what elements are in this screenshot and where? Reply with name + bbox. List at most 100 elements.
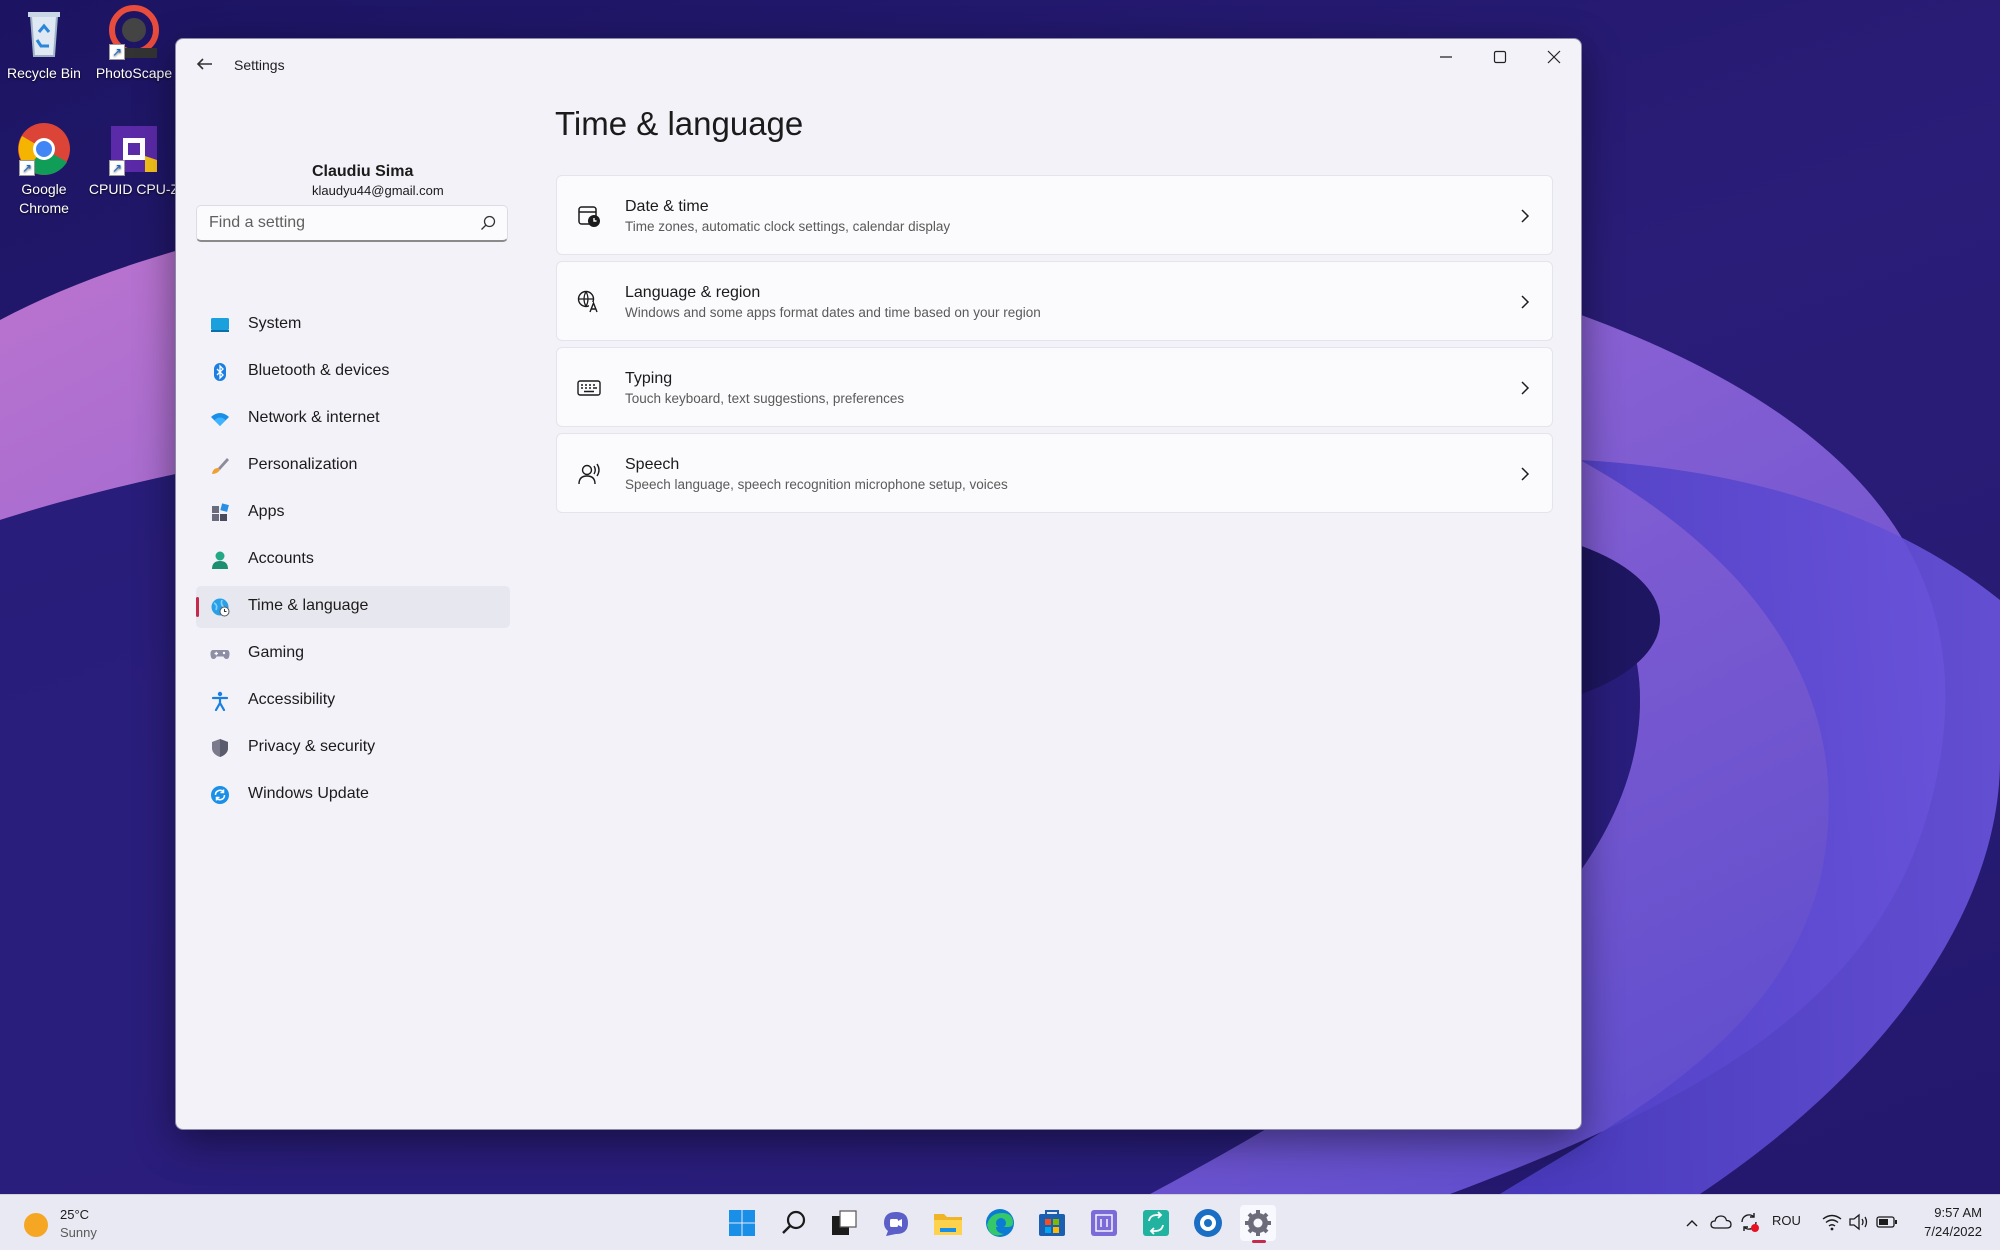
close-button[interactable] xyxy=(1527,39,1581,75)
task-view-button[interactable] xyxy=(826,1205,862,1241)
weather-condition: Sunny xyxy=(60,1225,97,1240)
card-description: Time zones, automatic clock settings, ca… xyxy=(625,219,951,234)
desktop-icon-cpu-z[interactable]: ↗ CPUID CPU-Z xyxy=(88,120,180,199)
system-tray: ROU 9:57 AM 7/24/2022 xyxy=(1680,1195,2000,1250)
sidebar-item-gaming[interactable]: Gaming xyxy=(196,633,510,675)
wifi-icon xyxy=(211,413,229,426)
apps-icon xyxy=(212,503,229,521)
maximize-button[interactable] xyxy=(1473,39,1527,75)
language-icon xyxy=(577,290,600,313)
title-bar[interactable]: Settings xyxy=(176,39,1581,87)
recycle-bin-icon xyxy=(15,4,73,62)
desktop-icon-label: PhotoScape xyxy=(95,65,173,81)
speech-icon xyxy=(578,463,600,485)
sidebar-item-label: Time & language xyxy=(248,597,369,614)
shortcut-arrow-icon: ↗ xyxy=(19,160,35,176)
desktop-icon-chrome[interactable]: ↗ Google Chrome xyxy=(0,120,90,218)
card-language-region[interactable]: Language & region Windows and some apps … xyxy=(556,261,1553,341)
chevron-right-icon xyxy=(1521,381,1530,395)
system-icon xyxy=(211,318,229,332)
chevron-right-icon xyxy=(1521,295,1530,309)
card-title: Language & region xyxy=(625,284,761,301)
media-app-icon xyxy=(1194,1209,1222,1237)
cpu-z-icon: ↗ xyxy=(105,120,163,178)
profile-email: klaudyu44@gmail.com xyxy=(312,183,444,198)
card-speech[interactable]: Speech Speech language, speech recogniti… xyxy=(556,433,1553,513)
start-icon xyxy=(729,1210,755,1236)
card-title: Typing xyxy=(625,370,673,387)
media-app-button[interactable] xyxy=(1190,1205,1226,1241)
sidebar-item-time-language[interactable]: Time & language xyxy=(196,586,510,628)
desktop-icon-recycle-bin[interactable]: Recycle Bin xyxy=(0,4,90,83)
desktop-icon-label: CPUID CPU-Z xyxy=(88,181,180,197)
minimize-button[interactable] xyxy=(1419,39,1473,75)
card-date-time[interactable]: Date & time Time zones, automatic clock … xyxy=(556,175,1553,255)
input-language-indicator[interactable]: ROU xyxy=(1772,1213,1801,1228)
card-description: Touch keyboard, text suggestions, prefer… xyxy=(625,391,905,406)
store-button[interactable] xyxy=(1034,1205,1070,1241)
sidebar-item-windows-update[interactable]: Windows Update xyxy=(196,774,510,816)
settings-taskbar-button[interactable] xyxy=(1240,1205,1276,1243)
globe-clock-icon xyxy=(211,598,230,617)
sidebar-item-accounts[interactable]: Accounts xyxy=(196,539,510,581)
sidebar-item-label: Accessibility xyxy=(248,691,336,708)
wifi-icon[interactable] xyxy=(1822,1213,1842,1231)
card-description: Speech language, speech recognition micr… xyxy=(625,477,1008,492)
sidebar-item-accessibility[interactable]: Accessibility xyxy=(196,680,510,722)
sidebar-item-personalization[interactable]: Personalization xyxy=(196,445,510,487)
volume-icon[interactable] xyxy=(1848,1213,1870,1231)
sidebar-item-label: Windows Update xyxy=(248,785,369,802)
weather-temperature: 25°C xyxy=(60,1207,90,1222)
chat-button[interactable] xyxy=(878,1205,914,1241)
chat-icon xyxy=(884,1212,908,1236)
keyboard-icon xyxy=(577,380,601,396)
edge-button[interactable] xyxy=(982,1205,1018,1241)
active-app-indicator xyxy=(1252,1240,1266,1243)
desktop-icon-photoscape[interactable]: ↗ PhotoScape xyxy=(88,4,180,83)
widgets-icon xyxy=(1091,1210,1117,1236)
card-description: Windows and some apps format dates and t… xyxy=(625,305,1041,320)
back-arrow-icon xyxy=(196,58,212,70)
page-title: Time & language xyxy=(555,105,804,142)
task-view-icon xyxy=(832,1210,857,1235)
card-title: Speech xyxy=(625,456,680,473)
onedrive-icon[interactable] xyxy=(1710,1213,1732,1231)
minimize-icon xyxy=(1440,56,1452,58)
start-button[interactable] xyxy=(724,1205,760,1241)
file-explorer-button[interactable] xyxy=(930,1205,966,1241)
sidebar-item-label: Privacy & security xyxy=(248,738,376,755)
search-icon xyxy=(782,1210,806,1234)
settings-cards: Date & time Time zones, automatic clock … xyxy=(556,175,1553,519)
sidebar-item-system[interactable]: System xyxy=(196,304,510,346)
store-icon xyxy=(1039,1210,1065,1236)
calendar-clock-icon xyxy=(578,206,600,227)
sync-app-button[interactable] xyxy=(1138,1205,1174,1241)
sidebar-item-label: Gaming xyxy=(248,644,305,661)
card-typing[interactable]: Typing Touch keyboard, text suggestions,… xyxy=(556,347,1553,427)
clock-date[interactable]: 7/24/2022 xyxy=(1924,1224,1982,1239)
chevron-up-icon[interactable] xyxy=(1684,1215,1700,1231)
widgets-button[interactable] xyxy=(1086,1205,1122,1241)
chevron-right-icon xyxy=(1521,209,1530,223)
sidebar-item-network[interactable]: Network & internet xyxy=(196,398,510,440)
search-input[interactable] xyxy=(197,206,467,240)
clock-time[interactable]: 9:57 AM xyxy=(1934,1205,1982,1220)
battery-icon[interactable] xyxy=(1876,1214,1898,1230)
taskbar-search-button[interactable] xyxy=(776,1205,812,1241)
settings-window: Settings Claudiu Sima klaudyu44@gmail.co… xyxy=(175,38,1582,1130)
sidebar-item-privacy-security[interactable]: Privacy & security xyxy=(196,727,510,769)
close-icon xyxy=(1547,50,1561,64)
back-button[interactable] xyxy=(192,51,218,77)
brush-icon xyxy=(212,458,229,474)
update-icon xyxy=(211,786,229,804)
sync-status-icon[interactable] xyxy=(1738,1211,1760,1233)
desktop-icon-label: Google Chrome xyxy=(19,181,69,216)
avatar[interactable] xyxy=(208,119,284,195)
sidebar-item-bluetooth[interactable]: Bluetooth & devices xyxy=(196,351,510,393)
sidebar-item-label: Bluetooth & devices xyxy=(248,362,390,379)
accessibility-icon xyxy=(211,691,229,711)
search-icon[interactable] xyxy=(479,214,497,232)
sidebar-item-apps[interactable]: Apps xyxy=(196,492,510,534)
taskbar: 25°C Sunny ROU 9:57 AM 7/24/2022 xyxy=(0,1194,2000,1250)
card-title: Date & time xyxy=(625,198,709,215)
